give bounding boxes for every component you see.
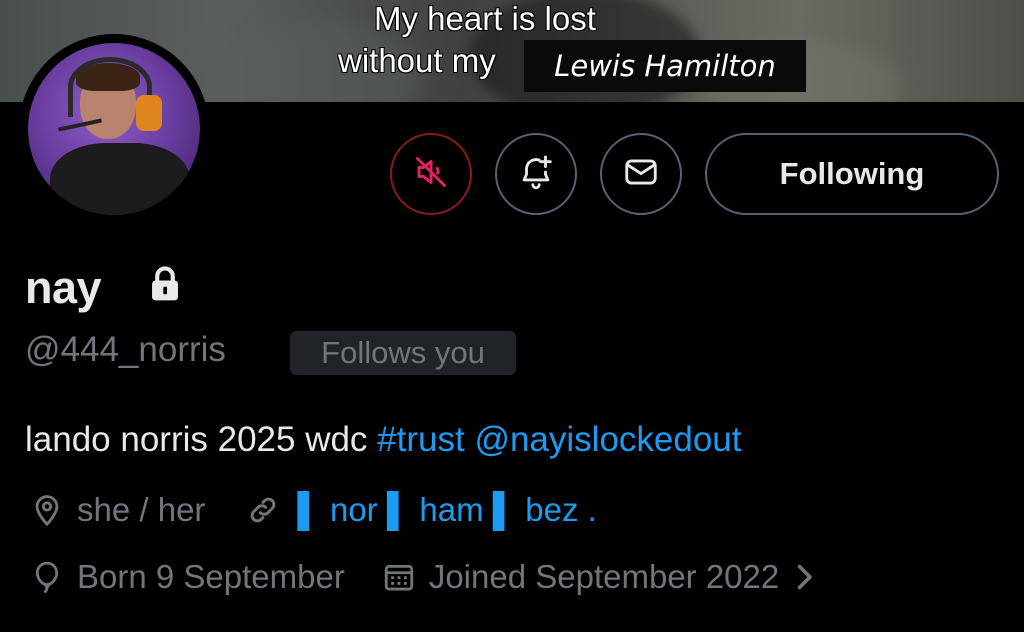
handle: @444_norris [25,330,226,369]
unmute-button[interactable] [390,133,472,215]
avatar[interactable] [19,34,209,224]
bio-mention-link[interactable]: @nayislockedout [474,420,741,459]
chevron-right-icon[interactable] [793,562,815,592]
bio: lando norris 2025 wdc #trust @nayislocke… [25,420,742,460]
location-text: she / her [77,491,206,528]
link-icon [241,488,285,532]
notifications-button[interactable] [495,133,577,215]
joined-date-text: Joined September 2022 [428,558,780,595]
banner-name-tag: Lewis Hamilton [524,40,806,92]
avatar-earcup [136,95,162,131]
speaker-muted-icon [413,154,449,195]
follows-you-badge: Follows you [290,331,516,375]
location-pin-icon [25,488,69,532]
profile-meta-row: Born 9 September Joined September 2022 [25,555,815,599]
bell-plus-icon [517,153,555,196]
banner-caption-line-2: without my [338,42,496,79]
lock-icon [147,265,183,308]
website-link[interactable]: ▌ nor ▌ ham ▌ bez . [297,491,596,529]
message-button[interactable] [600,133,682,215]
avatar-image [28,43,200,215]
display-name: nay [25,262,102,313]
bio-hashtag-link[interactable]: #trust [377,420,465,459]
following-button[interactable]: Following [705,133,999,215]
bio-text: lando norris 2025 wdc [25,420,378,459]
avatar-figure-body [50,143,190,215]
banner-caption-line-1: My heart is lost [374,0,596,37]
envelope-icon [622,153,660,196]
profile-meta-row: she / her ▌ nor ▌ ham ▌ bez . [25,488,597,532]
balloon-icon [25,555,69,599]
birthday-text: Born 9 September [77,558,345,595]
calendar-icon [377,555,421,599]
